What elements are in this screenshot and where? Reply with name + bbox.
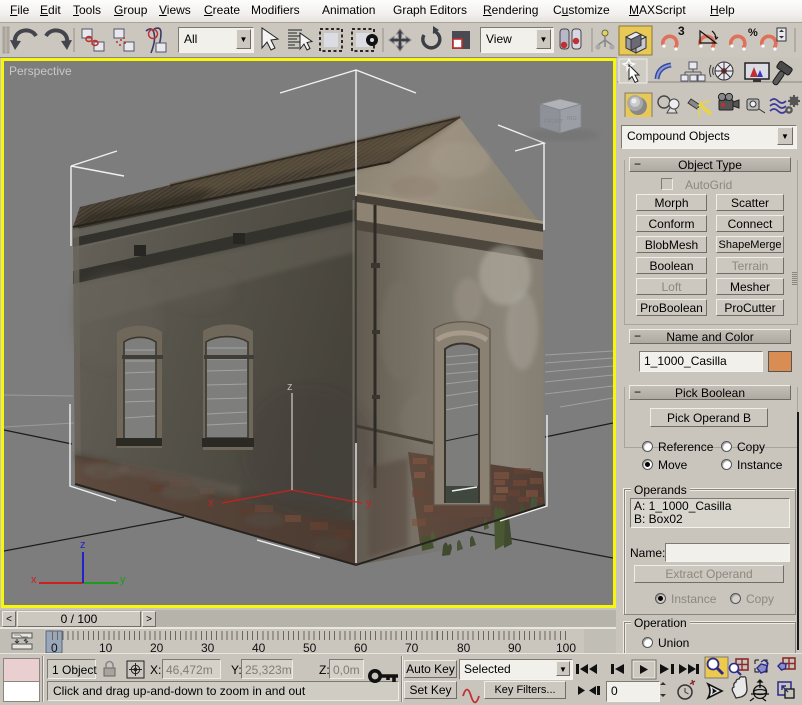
svg-text:Perspective: Perspective [9, 64, 72, 78]
svg-text:y: y [366, 497, 372, 509]
svg-text:x: x [31, 574, 37, 586]
svg-text:y: y [120, 574, 126, 586]
svg-text:z: z [80, 539, 86, 551]
svg-text:3: 3 [678, 24, 685, 38]
svg-text:x: x [208, 497, 214, 509]
svg-text:FRONT: FRONT [544, 119, 564, 125]
svg-text:z: z [287, 381, 293, 393]
svg-text:%: % [748, 27, 758, 39]
svg-text:RIG: RIG [567, 116, 577, 122]
